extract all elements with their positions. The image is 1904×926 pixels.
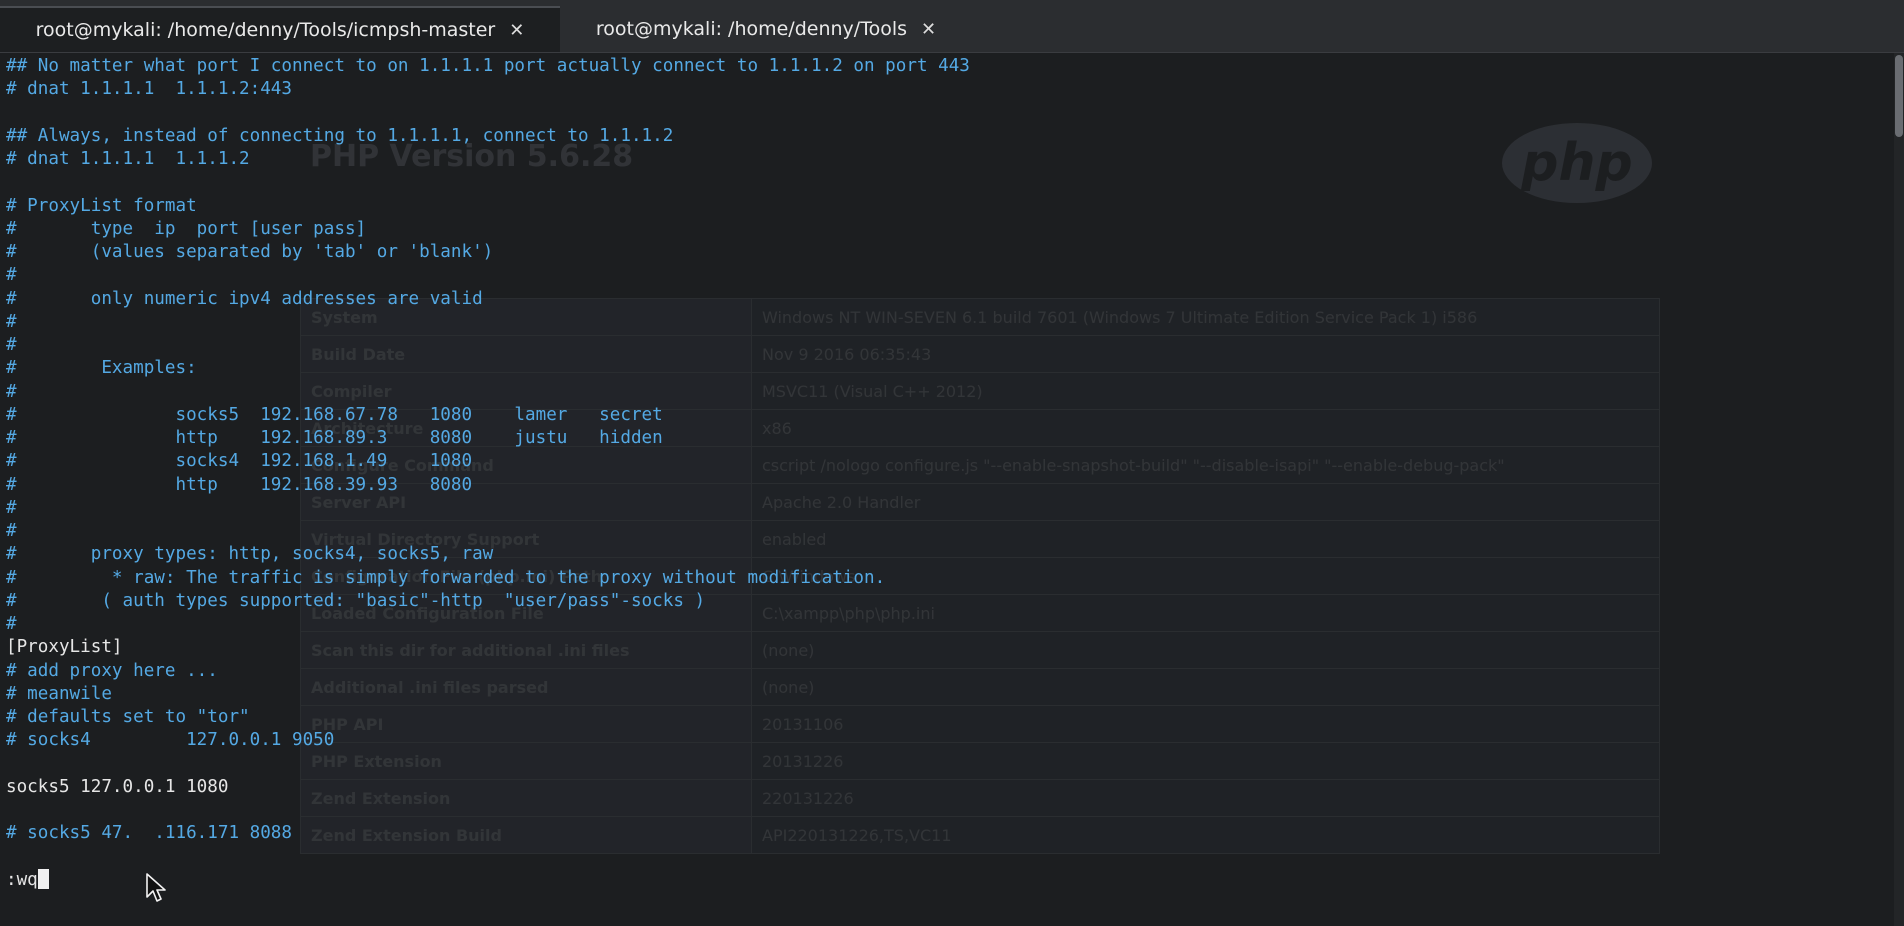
scrollbar[interactable] bbox=[1894, 53, 1904, 926]
terminal-line-text: # add proxy here ... bbox=[6, 660, 218, 681]
terminal-line: # defaults set to "tor" bbox=[6, 706, 1884, 729]
terminal-line-text: # dnat 1.1.1.1 1.1.1.2:443 bbox=[6, 79, 292, 100]
terminal-line-text: # (values separated by 'tab' or 'blank') bbox=[6, 242, 494, 262]
terminal-line: # bbox=[6, 311, 1884, 334]
terminal-line: # dnat 1.1.1.1 1.1.1.2:443 bbox=[6, 78, 1884, 101]
terminal-line: # type ip port [user pass] bbox=[6, 218, 1884, 241]
terminal-line: # http 192.168.39.93 8080 bbox=[6, 474, 1884, 497]
terminal-line: # bbox=[6, 334, 1884, 357]
terminal-line-text: # only numeric ipv4 addresses are valid bbox=[6, 288, 483, 309]
terminal-line-text: # defaults set to "tor" bbox=[6, 707, 250, 727]
terminal-line-text: ## Always, instead of connecting to 1.1.… bbox=[6, 125, 674, 146]
terminal-line-text: # bbox=[6, 265, 17, 286]
terminal-line-text: # * raw: The traffic is simply forwarded… bbox=[6, 567, 886, 588]
tab-bar: root@mykali: /home/denny/Tools/icmpsh-ma… bbox=[0, 0, 1904, 53]
terminal-line: # bbox=[6, 264, 1884, 287]
terminal-line: # add proxy here ... bbox=[6, 660, 1884, 683]
terminal-line-text: # bbox=[6, 521, 17, 541]
terminal-line-text: # type ip port [user pass] bbox=[6, 218, 367, 239]
terminal-line-text: # http 192.168.39.93 8080 bbox=[6, 474, 473, 495]
terminal-line-text: :wq bbox=[6, 869, 38, 890]
terminal-line: # meanwile bbox=[6, 683, 1884, 706]
terminal-line: # bbox=[6, 497, 1884, 520]
terminal-line-text: # ( auth types supported: "basic"-http "… bbox=[6, 590, 706, 611]
terminal-line: ## Always, instead of connecting to 1.1.… bbox=[6, 125, 1884, 148]
terminal-line-text: [ProxyList] bbox=[6, 637, 123, 658]
terminal-line: # Examples: bbox=[6, 357, 1884, 380]
tab-icmpsh-master[interactable]: root@mykali: /home/denny/Tools/icmpsh-ma… bbox=[0, 6, 560, 52]
terminal-line-text: # proxy types: http, socks4, socks5, raw bbox=[6, 544, 494, 565]
terminal-line: # http 192.168.89.3 8080 justu hidden bbox=[6, 427, 1884, 450]
terminal-line: # bbox=[6, 613, 1884, 636]
scrollbar-thumb[interactable] bbox=[1895, 55, 1903, 137]
terminal-line: # socks4 127.0.0.1 9050 bbox=[6, 729, 1884, 752]
terminal-line: # proxy types: http, socks4, socks5, raw bbox=[6, 543, 1884, 566]
terminal-line: # bbox=[6, 381, 1884, 404]
terminal-line: # only numeric ipv4 addresses are valid bbox=[6, 288, 1884, 311]
tab-title: root@mykali: /home/denny/Tools bbox=[595, 18, 907, 40]
terminal-line-text: # socks5 192.168.67.78 1080 lamer secret bbox=[6, 404, 663, 425]
close-icon[interactable]: ✕ bbox=[509, 20, 524, 41]
terminal-output: ## No matter what port I connect to on 1… bbox=[6, 55, 1884, 892]
terminal-line: :wq bbox=[6, 868, 1884, 892]
text-cursor bbox=[37, 868, 49, 889]
terminal-line-text: ## No matter what port I connect to on 1… bbox=[6, 56, 970, 76]
terminal-window[interactable]: PHP Version 5.6.28 php System Windows NT … bbox=[0, 53, 1904, 926]
terminal-line-text: # Examples: bbox=[6, 358, 197, 379]
terminal-line-text: socks5 127.0.0.1 1080 bbox=[6, 776, 229, 797]
terminal-line-text: # bbox=[6, 381, 17, 402]
terminal-line: # ProxyList format bbox=[6, 195, 1884, 218]
terminal-line-text: # bbox=[6, 335, 17, 355]
terminal-line: # socks5 192.168.67.78 1080 lamer secret bbox=[6, 404, 1884, 427]
terminal-line-text: # http 192.168.89.3 8080 justu hidden bbox=[6, 428, 663, 448]
terminal-line: # dnat 1.1.1.1 1.1.1.2 bbox=[6, 148, 1884, 171]
tab-tools[interactable]: root@mykali: /home/denny/Tools ✕ bbox=[568, 6, 964, 52]
terminal-line-text: # bbox=[6, 311, 17, 332]
close-icon[interactable]: ✕ bbox=[921, 19, 936, 40]
tab-title: root@mykali: /home/denny/Tools/icmpsh-ma… bbox=[35, 19, 496, 41]
terminal-line: # ( auth types supported: "basic"-http "… bbox=[6, 590, 1884, 613]
terminal-line: ## No matter what port I connect to on 1… bbox=[6, 55, 1884, 78]
terminal-line: # bbox=[6, 520, 1884, 543]
mouse-pointer-icon bbox=[146, 873, 166, 902]
terminal-line: # (values separated by 'tab' or 'blank') bbox=[6, 241, 1884, 264]
terminal-line-text: # meanwile bbox=[6, 683, 112, 704]
terminal-line: # * raw: The traffic is simply forwarded… bbox=[6, 567, 1884, 590]
terminal-line: # socks4 192.168.1.49 1080 bbox=[6, 450, 1884, 473]
terminal-line-text: # socks4 127.0.0.1 9050 bbox=[6, 730, 335, 751]
terminal-line-text: # socks5 47. .116.171 8088 bbox=[6, 823, 292, 844]
terminal-line: [ProxyList] bbox=[6, 636, 1884, 659]
terminal-line-text: # bbox=[6, 614, 17, 634]
terminal-line-text: # dnat 1.1.1.1 1.1.1.2 bbox=[6, 149, 250, 169]
terminal-line-text: # bbox=[6, 497, 17, 518]
terminal-line-text: # ProxyList format bbox=[6, 195, 197, 216]
terminal-line: socks5 127.0.0.1 1080 bbox=[6, 776, 1884, 799]
terminal-line-text: # socks4 192.168.1.49 1080 bbox=[6, 451, 473, 472]
terminal-line: # socks5 47. .116.171 8088 bbox=[6, 822, 1884, 845]
